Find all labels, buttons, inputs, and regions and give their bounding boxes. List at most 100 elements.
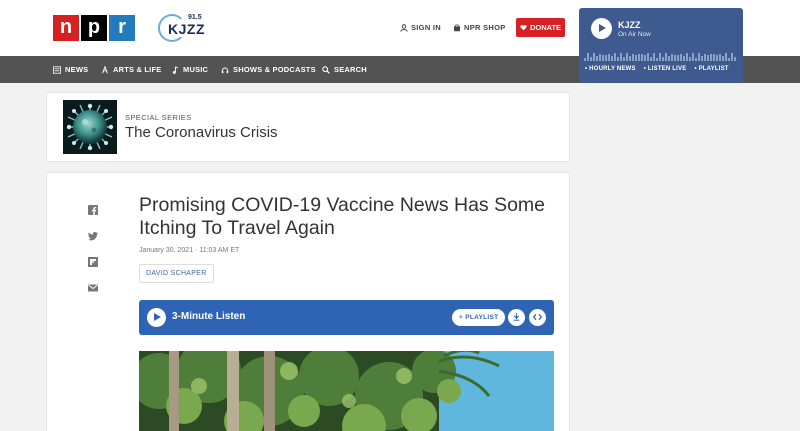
nav-item-label: NEWS	[65, 65, 89, 74]
waveform-bar	[722, 56, 724, 61]
waveform-bar	[686, 53, 688, 61]
npr-shop-link[interactable]: NPR SHOP	[453, 23, 506, 32]
audio-player: 3-Minute Listen + PLAYLIST	[139, 300, 554, 335]
waveform-bar	[725, 53, 727, 61]
waveform-bar	[683, 55, 685, 61]
waveform-bar	[707, 55, 709, 61]
player-link-hourly-news[interactable]: • HOURLY NEWS	[585, 66, 636, 72]
series-title[interactable]: The Coronavirus Crisis	[125, 124, 278, 141]
email-icon[interactable]	[88, 283, 98, 293]
npr-logo-r: r	[109, 15, 135, 41]
nav-item-label: MUSIC	[183, 65, 209, 74]
nav-item-music[interactable]: MUSIC	[172, 65, 208, 74]
donate-label: DONATE	[529, 23, 562, 32]
player-link-playlist[interactable]: • PLAYLIST	[694, 66, 728, 72]
article-card: Promising COVID-19 Vaccine News Has Some…	[46, 172, 570, 431]
arts-icon	[102, 65, 108, 73]
flipboard-icon[interactable]	[88, 257, 98, 267]
donate-button[interactable]: DONATE	[516, 18, 565, 37]
article-photo	[139, 351, 554, 431]
article-date: January 30, 2021 · 11:03 AM ET	[139, 247, 240, 254]
waveform-bar	[689, 57, 691, 61]
waveform-bar	[593, 53, 595, 61]
waveform-bar	[647, 53, 649, 61]
waveform-bar	[656, 57, 658, 61]
shop-icon	[453, 24, 461, 31]
nav-item-shows-podcasts[interactable]: SHOWS & PODCASTS	[221, 65, 316, 74]
npr-shop-label: NPR SHOP	[464, 23, 506, 32]
sign-in-link[interactable]: SIGN IN	[400, 23, 441, 32]
waveform-bar	[716, 55, 718, 61]
player-play-button[interactable]	[591, 18, 612, 39]
heart-icon	[520, 25, 527, 31]
nav-item-label: SEARCH	[334, 65, 367, 74]
waveform-bar	[632, 53, 634, 61]
waveform-bar	[635, 55, 637, 61]
waveform-bar	[650, 56, 652, 61]
waveform-bar	[587, 53, 589, 61]
author-byline[interactable]: DAVID SCHAPER	[139, 264, 214, 283]
waveform-bar	[644, 55, 646, 61]
waveform-bar	[614, 53, 616, 61]
waveform-bar	[698, 53, 700, 61]
player-status: On Air Now	[618, 31, 651, 38]
waveform-bar	[677, 54, 679, 61]
waveform-bar	[653, 53, 655, 61]
article-headline: Promising COVID-19 Vaccine News Has Some…	[139, 194, 546, 239]
twitter-icon[interactable]	[88, 231, 98, 241]
nav-item-search[interactable]: SEARCH	[322, 65, 367, 74]
special-series-card[interactable]: SPECIAL SERIES The Coronavirus Crisis	[46, 92, 570, 162]
player-links: • HOURLY NEWS • LISTEN LIVE • PLAYLIST	[585, 66, 729, 72]
kjzz-logo-text: KJZZ	[168, 21, 205, 37]
music-icon	[172, 65, 179, 74]
nav-item-news[interactable]: NEWS	[53, 65, 88, 74]
waveform-bar	[629, 56, 631, 61]
sign-in-label: SIGN IN	[411, 23, 442, 32]
npr-logo-n: n	[53, 15, 79, 41]
npr-logo-p: p	[81, 15, 107, 41]
waveform-bar	[641, 54, 643, 61]
waveform-bar	[728, 57, 730, 61]
npr-logo[interactable]: n p r	[53, 15, 135, 41]
waveform-bar	[719, 53, 721, 61]
waveform-bar	[608, 53, 610, 61]
audio-duration-label: 3-Minute Listen	[172, 311, 246, 322]
waveform-bar	[665, 53, 667, 61]
waveform-bar	[638, 54, 640, 61]
waveform-bar	[671, 53, 673, 61]
waveform-bar	[584, 58, 586, 61]
add-to-playlist-button[interactable]: + PLAYLIST	[452, 309, 506, 326]
waveform-bar	[599, 54, 601, 61]
waveform-bar	[692, 53, 694, 61]
waveform-bar	[674, 54, 676, 61]
news-icon	[53, 65, 61, 74]
station-player: KJZZ On Air Now • HOURLY NEWS • LISTEN L…	[579, 8, 743, 83]
coronavirus-image	[63, 100, 117, 154]
series-label: SPECIAL SERIES	[125, 113, 192, 122]
headphones-icon	[221, 67, 229, 73]
search-icon	[322, 65, 330, 74]
audio-play-button[interactable]	[147, 308, 166, 327]
embed-button[interactable]	[529, 309, 546, 326]
player-waveform	[584, 53, 738, 61]
nav-item-label: SHOWS & PODCASTS	[233, 65, 316, 74]
waveform-bar	[605, 54, 607, 61]
waveform-bar	[590, 56, 592, 61]
download-button[interactable]	[508, 309, 525, 326]
download-icon	[513, 313, 520, 321]
waveform-bar	[659, 53, 661, 61]
waveform-bar	[734, 57, 736, 61]
waveform-bar	[617, 57, 619, 61]
waveform-bar	[731, 53, 733, 61]
waveform-bar	[626, 53, 628, 61]
waveform-bar	[668, 55, 670, 61]
player-link-listen-live[interactable]: • LISTEN LIVE	[644, 66, 687, 72]
nav-item-label: ARTS & LIFE	[113, 65, 162, 74]
waveform-bar	[704, 53, 706, 61]
waveform-bar	[710, 54, 712, 61]
waveform-bar	[602, 54, 604, 61]
nav-item-arts-life[interactable]: ARTS & LIFE	[101, 65, 161, 74]
facebook-icon[interactable]	[88, 205, 98, 215]
embed-icon	[532, 313, 543, 321]
waveform-bar	[623, 57, 625, 61]
